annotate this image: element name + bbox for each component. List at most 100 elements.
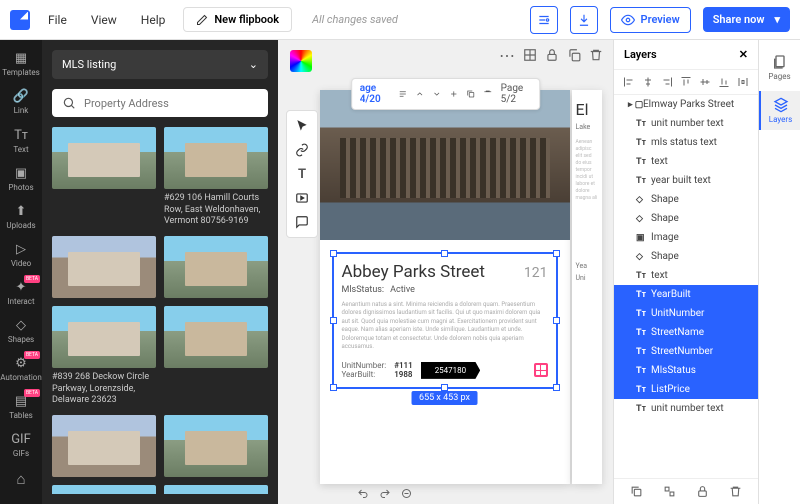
layer-item[interactable]: Tᴛtext [614,266,758,285]
rail-interact[interactable]: BETA✦Interact [0,275,42,311]
layers-tab[interactable]: Layers [759,91,800,130]
save-status: All changes saved [312,13,398,26]
download-button[interactable] [570,6,598,34]
app-logo[interactable] [10,10,30,30]
transparency-icon[interactable] [523,48,537,62]
chevron-down-icon[interactable] [432,88,441,100]
align-bottom-icon[interactable] [718,76,730,88]
align-right-icon[interactable] [661,76,673,88]
lock-icon[interactable] [545,48,559,62]
year-built-label: YearBuilt: [342,370,387,379]
grid-icon[interactable] [534,363,548,377]
layer-item[interactable]: TᴛStreetName [614,323,758,342]
listing-thumb[interactable] [52,236,156,298]
align-center-icon[interactable] [642,76,654,88]
rail-home[interactable]: ⌂ [0,465,42,493]
share-button[interactable]: Share now ▾ [703,7,790,32]
layer-item[interactable]: TᴛYearBuilt [614,285,758,304]
listing-thumb[interactable]: #640 188 Vida Gardens Mountains, Lake [164,485,268,494]
layers-icon [773,97,789,113]
menu-help[interactable]: Help [135,9,172,31]
listing-thumb[interactable]: #629 106 Hamill Courts Row, East Weldonh… [164,127,268,228]
listing-thumb[interactable] [52,127,156,228]
canvas-page-next[interactable]: El Lake Aenean adipisc elit sed do eius … [572,90,602,484]
layer-item[interactable]: Tᴛtext [614,152,758,171]
unit-number-label: UnitNumber: [342,361,387,370]
layer-item[interactable]: Tᴛunit number text [614,399,758,418]
search-input[interactable] [84,97,258,110]
layer-item[interactable]: ◇Shape [614,247,758,266]
layer-item[interactable]: TᴛStreetNumber [614,342,758,361]
group-layer-icon[interactable] [663,485,676,498]
text-tool[interactable]: T [291,163,313,185]
listing-thumb[interactable] [164,415,268,477]
copy-icon[interactable] [567,48,581,62]
tool-rail: ▦Templates🔗LinkTᴛText▣Photos⬆Uploads▷Vid… [0,40,42,504]
layer-item[interactable]: ◇Shape [614,209,758,228]
canvas-page[interactable]: Abbey Parks Street 121 MlsStatus: Active… [320,90,570,484]
new-flipbook-button[interactable]: New flipbook [183,7,292,32]
search-box[interactable] [52,89,268,117]
color-picker-icon[interactable] [290,50,312,72]
rail-shapes[interactable]: ◇Shapes [0,313,42,349]
mls-type-select[interactable]: MLS listing ⌄ [52,50,268,79]
rail-automation[interactable]: BETA⚙Automation [0,351,42,387]
page2-year: Yea [576,262,598,270]
listing-grid: #629 106 Hamill Courts Row, East Weldonh… [52,127,268,494]
layer-item[interactable]: Tᴛunit number text [614,114,758,133]
layer-item[interactable]: TᴛMlsStatus [614,361,758,380]
layer-item[interactable]: TᴛUnitNumber [614,304,758,323]
duplicate-layer-icon[interactable] [630,485,643,498]
delete-layer-icon[interactable] [729,485,742,498]
align-middle-icon[interactable] [699,76,711,88]
plus-icon[interactable] [449,88,458,100]
settings-button[interactable] [530,6,558,34]
selection-box[interactable]: Abbey Parks Street 121 MlsStatus: Active… [332,252,558,389]
zoom-out-icon[interactable] [401,488,413,500]
trash-icon[interactable] [589,48,603,62]
chevron-up-icon[interactable] [415,88,424,100]
listing-thumb[interactable]: #170 216 Pfannerstill Loaf Isle, South A… [52,485,156,494]
layer-item[interactable]: TᴛListPrice [614,380,758,399]
duplicate-icon[interactable] [466,88,475,100]
redo-icon[interactable] [379,488,391,500]
media-tool[interactable] [291,187,313,209]
align-left-icon[interactable] [623,76,635,88]
rail-photos[interactable]: ▣Photos [0,161,42,197]
menu-file[interactable]: File [42,9,73,31]
listing-thumb[interactable] [164,236,268,298]
delete-icon[interactable] [484,88,493,100]
rail-gifs[interactable]: GIFGIFs [0,427,42,463]
rail-text[interactable]: TᴛText [0,122,42,159]
side-tool-strip: T [286,110,318,238]
link-tool[interactable] [291,139,313,161]
cursor-tool[interactable] [291,115,313,137]
listing-thumb[interactable]: #839 268 Deckow Circle Parkway, Lorenzsi… [52,306,156,407]
preview-button[interactable]: Preview [610,7,691,33]
layer-item[interactable]: Tᴛyear built text [614,171,758,190]
search-icon [62,96,76,110]
layer-item[interactable]: Tᴛmls status text [614,133,758,152]
distribute-icon[interactable] [737,76,749,88]
layer-item[interactable]: ◇Shape [614,190,758,209]
listing-thumb[interactable] [164,306,268,407]
lock-layer-icon[interactable] [696,485,709,498]
listing-thumb[interactable] [52,415,156,477]
rail-uploads[interactable]: ⬆Uploads [0,199,42,235]
menu-view[interactable]: View [85,9,123,31]
rail-tables[interactable]: BETA▤Tables [0,389,42,425]
layer-item[interactable]: ▸ ▢Elmway Parks Street [614,95,758,114]
more-icon[interactable]: ⋯ [499,46,515,65]
undo-icon[interactable] [357,488,369,500]
comment-tool[interactable] [291,211,313,233]
rail-link[interactable]: 🔗Link [0,84,42,120]
align-top-icon[interactable] [680,76,692,88]
hero-image [320,90,570,240]
layer-item[interactable]: ▣Image [614,228,758,247]
pages-tab[interactable]: Pages [759,48,800,87]
rail-templates[interactable]: ▦Templates [0,46,42,82]
rail-video[interactable]: ▷Video [0,237,42,273]
page2-lorem: Aenean adipisc elit sed do eius tempor i… [576,139,598,202]
align-icon[interactable] [398,88,407,100]
close-icon[interactable]: ✕ [739,48,748,61]
